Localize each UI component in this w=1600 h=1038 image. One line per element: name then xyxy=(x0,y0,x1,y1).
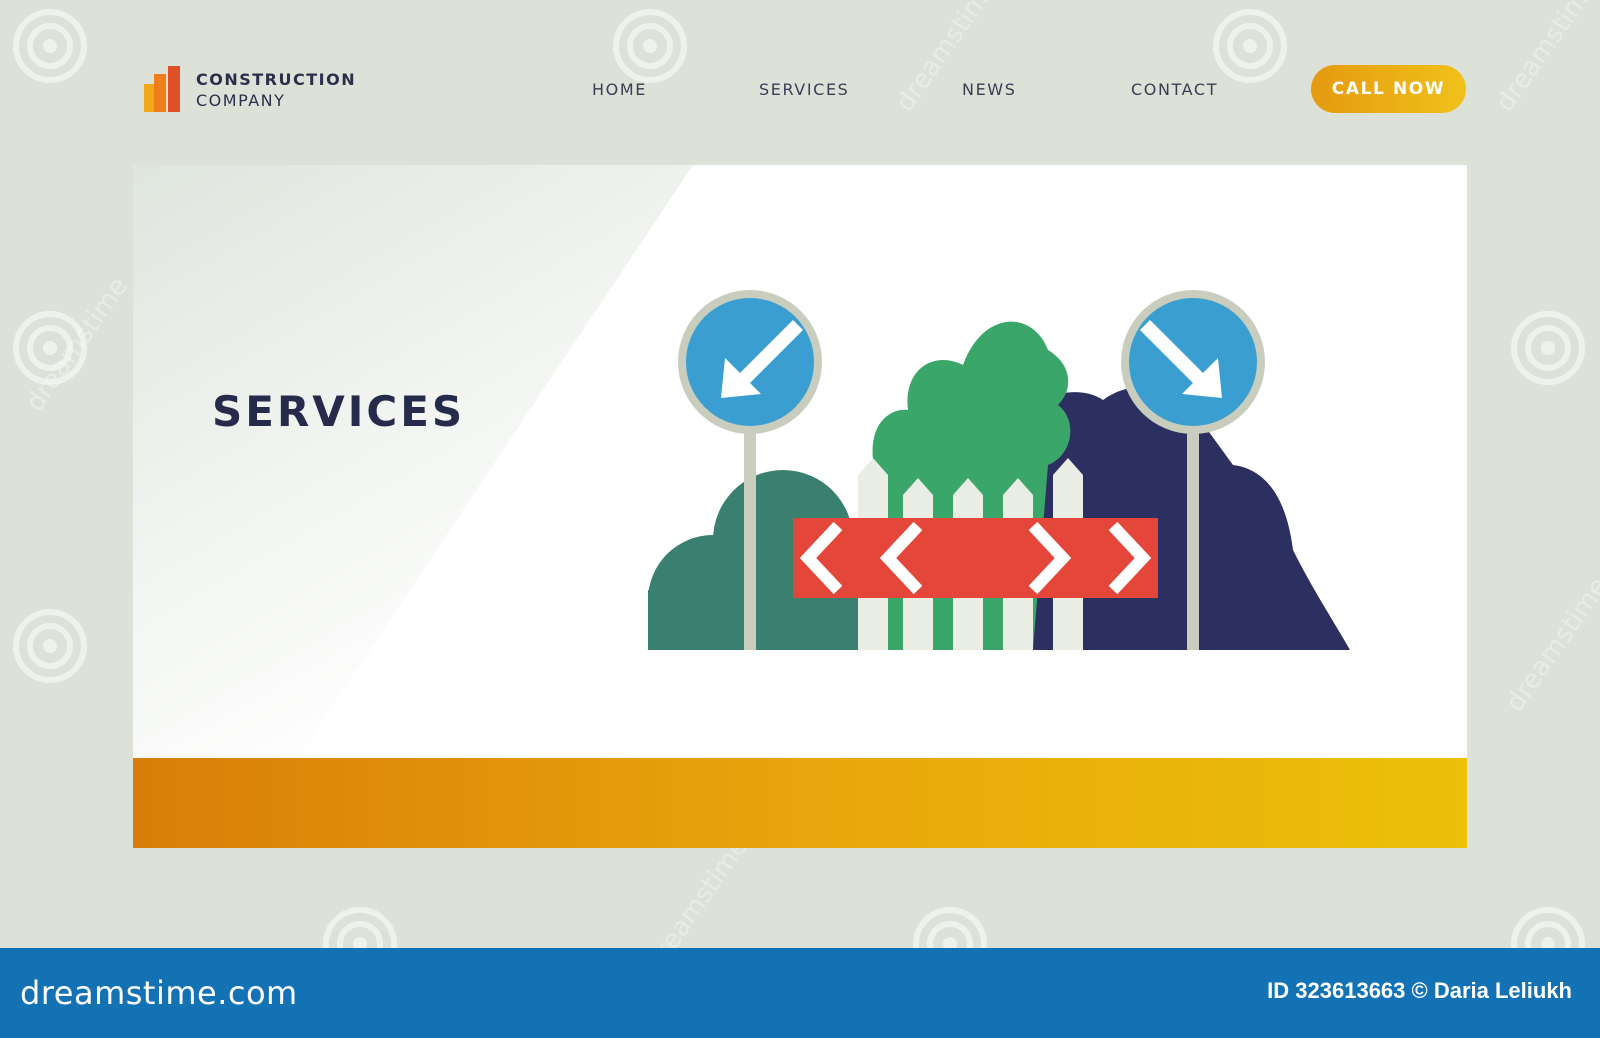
hero-card: SERVICES xyxy=(133,165,1467,848)
bar-chart-icon xyxy=(144,66,180,112)
call-now-button[interactable]: CALL NOW xyxy=(1311,65,1466,113)
nav-services[interactable]: SERVICES xyxy=(759,80,849,99)
nav-home[interactable]: HOME xyxy=(592,80,647,99)
hero-diagonal-shade xyxy=(133,165,693,758)
attribution-bar: dreamstime.com ID 323613663 © Daria Leli… xyxy=(0,948,1600,1038)
watermark-text: dreamstime xyxy=(890,0,1005,118)
barrier-board xyxy=(793,518,1158,598)
watermark-text: dreamstime xyxy=(1500,572,1600,718)
road-barrier-illustration xyxy=(648,290,1350,650)
nav-contact[interactable]: CONTACT xyxy=(1131,80,1218,99)
company-logo[interactable]: CONSTRUCTION COMPANY xyxy=(144,66,374,116)
hero-footer-band xyxy=(133,758,1467,848)
image-credit: ID 323613663 © Daria Leliukh xyxy=(1267,978,1572,1003)
hero-title: SERVICES xyxy=(212,387,466,436)
sign-right-face xyxy=(1129,298,1257,426)
watermark-spiral-icon xyxy=(13,609,87,683)
nav-news[interactable]: NEWS xyxy=(962,80,1016,99)
watermark-spiral-icon xyxy=(613,9,687,83)
brand-text: dreamstime.com xyxy=(20,974,298,1012)
sign-post-left xyxy=(744,430,756,650)
watermark-spiral-icon xyxy=(1511,311,1585,385)
watermark-spiral-icon xyxy=(13,9,87,83)
sign-left-face xyxy=(686,298,814,426)
logo-line-1: CONSTRUCTION xyxy=(196,70,357,89)
sign-post-right xyxy=(1187,430,1199,650)
watermark-spiral-icon xyxy=(1213,9,1287,83)
watermark-text: dreamstime xyxy=(1490,0,1600,118)
bush-base xyxy=(648,590,878,650)
logo-line-2: COMPANY xyxy=(196,91,286,110)
